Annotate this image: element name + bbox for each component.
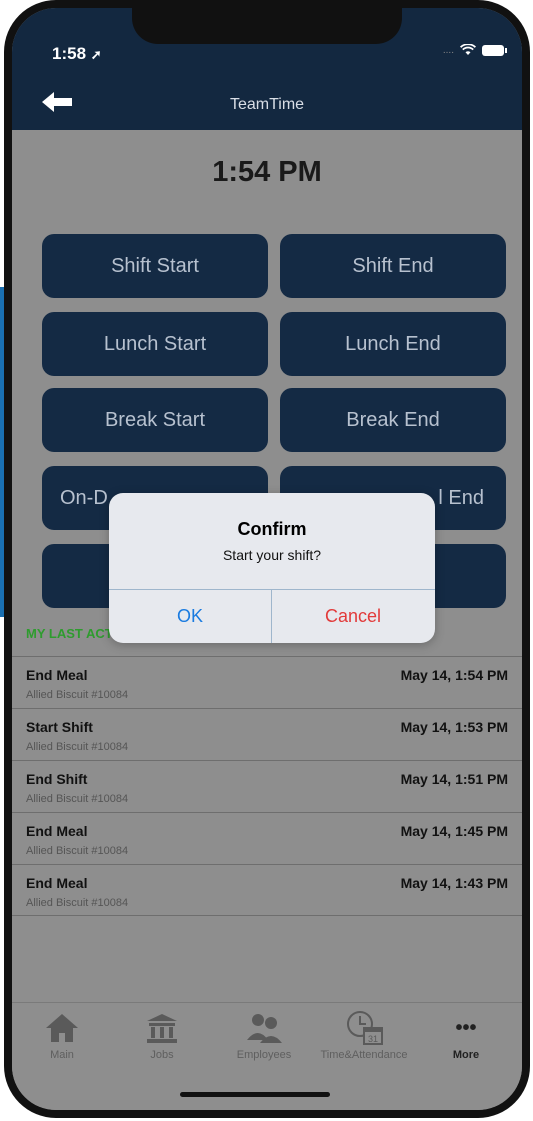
action-name: End Meal (26, 875, 88, 891)
action-timestamp: May 14, 1:54 PM (400, 667, 508, 683)
calendar-day: 31 (368, 1034, 378, 1044)
tab-main[interactable]: Main (12, 1009, 112, 1061)
action-location: Allied Biscuit #10084 (26, 741, 129, 753)
action-timestamp: May 14, 1:51 PM (400, 771, 508, 787)
action-row: End Meal Allied Biscuit #10084 May 14, 1… (12, 656, 522, 708)
action-location: Allied Biscuit #10084 (26, 845, 129, 857)
home-icon (46, 1014, 78, 1042)
app-screen: 1:58 ➚ .... TeamTime 1:54 PM Shift Start… (12, 8, 522, 1110)
status-time: 1:58 ➚ (52, 44, 102, 63)
current-time-display: 1:54 PM (212, 156, 322, 188)
people-icon (247, 1014, 282, 1043)
signal-dots: .... (442, 44, 454, 56)
tab-label: Jobs (150, 1049, 174, 1061)
tab-label: More (452, 1049, 480, 1061)
tab-time-attendance[interactable]: 31 Time&Attendance (314, 1009, 414, 1061)
lunch-end-button[interactable]: Lunch End (280, 312, 506, 376)
tab-label: Time&Attendance (320, 1049, 408, 1061)
phone-frame: 1:58 ➚ .... TeamTime 1:54 PM Shift Start… (4, 0, 530, 1118)
action-row: End Meal Allied Biscuit #10084 May 14, 1… (12, 864, 522, 916)
dialog-message: Start your shift? (222, 547, 322, 563)
shift-start-button[interactable]: Shift Start (42, 234, 268, 298)
battery-icon (482, 44, 507, 56)
nav-title: TeamTime (229, 96, 305, 113)
clock-calendar-icon: 31 (347, 1011, 383, 1045)
cancel-button[interactable]: Cancel (272, 590, 434, 643)
action-timestamp: May 14, 1:43 PM (400, 875, 508, 891)
tab-jobs[interactable]: Jobs (112, 1009, 212, 1061)
action-timestamp: May 14, 1:53 PM (400, 719, 508, 735)
status-icons: .... (442, 44, 507, 56)
action-location: Allied Biscuit #10084 (26, 689, 129, 701)
action-name: Start Shift (26, 719, 93, 735)
action-location: Allied Biscuit #10084 (26, 793, 129, 805)
tab-employees[interactable]: Employees (214, 1009, 314, 1061)
confirm-dialog: Confirm Start your shift? OK Cancel (109, 493, 435, 643)
action-row: End Shift Allied Biscuit #10084 May 14, … (12, 760, 522, 812)
action-location: Allied Biscuit #10084 (26, 897, 129, 909)
wifi-icon (460, 44, 476, 55)
ok-button[interactable]: OK (109, 590, 271, 643)
action-name: End Shift (26, 771, 88, 787)
shift-end-button[interactable]: Shift End (280, 234, 506, 298)
tab-label: Main (50, 1049, 74, 1061)
break-start-button[interactable]: Break Start (42, 388, 268, 452)
tab-label: Employees (236, 1049, 292, 1061)
action-row: Start Shift Allied Biscuit #10084 May 14… (12, 708, 522, 760)
nav-bar: TeamTime (12, 76, 522, 130)
status-bar: 1:58 ➚ .... (12, 8, 522, 76)
dialog-title: Confirm (237, 519, 307, 539)
device-notch (132, 8, 402, 44)
location-arrow-icon: ➚ (90, 47, 102, 62)
tab-more[interactable]: ••• More (416, 1009, 516, 1062)
action-name: End Meal (26, 667, 88, 683)
more-dots-icon: ••• (455, 1016, 477, 1039)
action-name: End Meal (26, 823, 88, 839)
action-row: End Meal Allied Biscuit #10084 May 14, 1… (12, 812, 522, 864)
lunch-start-button[interactable]: Lunch Start (42, 312, 268, 376)
action-timestamp: May 14, 1:45 PM (400, 823, 508, 839)
break-end-button[interactable]: Break End (280, 388, 506, 452)
home-indicator[interactable] (180, 1092, 330, 1097)
bank-icon (147, 1014, 177, 1043)
